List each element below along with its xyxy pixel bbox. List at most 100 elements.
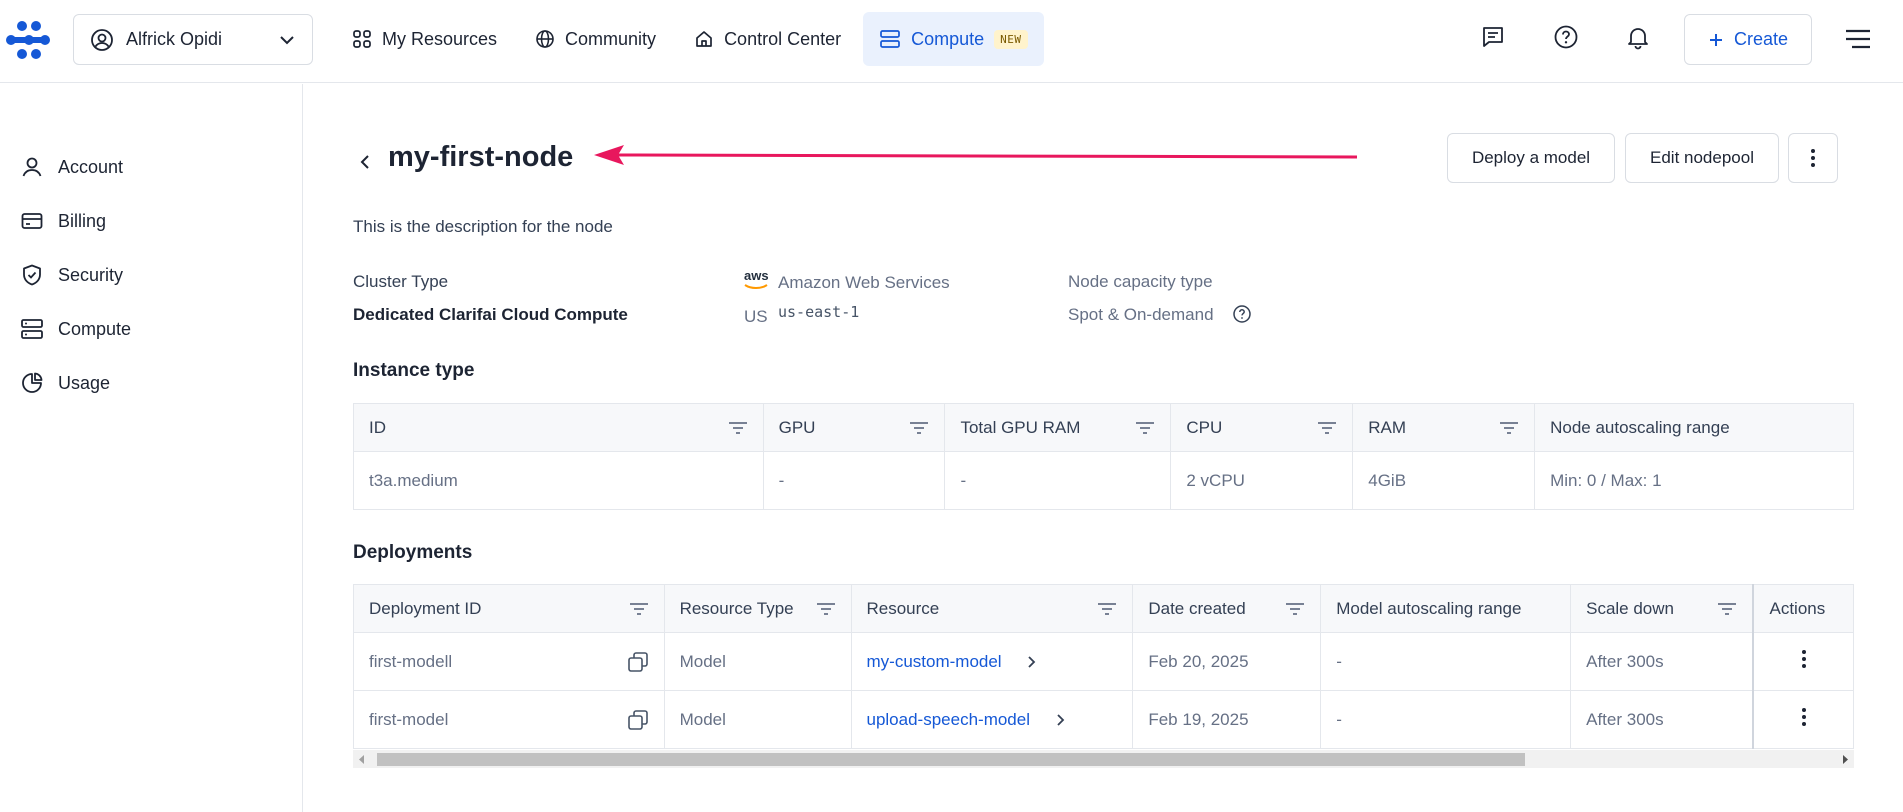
column-header: Resource [850,584,1134,633]
horizontal-scrollbar[interactable] [353,750,1854,768]
copy-icon[interactable] [627,709,649,731]
column-header-label: Resource [866,598,940,618]
column-header-label: CPU [1186,417,1223,437]
column-header: Total GPU RAM [944,403,1172,452]
table-cell: - [1320,632,1572,691]
column-header: Actions [1752,584,1855,633]
filter-icon[interactable] [1135,421,1155,435]
region-code: us-east-1 [778,303,860,321]
column-header: Node autoscaling range [1534,403,1854,452]
nav-compute[interactable]: Compute NEW [863,12,1044,66]
resource-link[interactable]: upload-speech-model [867,710,1031,729]
instance-type-title: Instance type [353,360,475,381]
column-header-label: Total GPU RAM [960,417,1081,437]
row-actions-icon[interactable] [1801,649,1807,669]
table-row: first-model Model upload-speech-model Fe… [353,690,1855,749]
filter-icon[interactable] [1499,421,1519,435]
deploy-model-button[interactable]: Deploy a model [1447,133,1615,183]
sidebar-item-compute[interactable]: Compute [20,314,131,344]
filter-icon[interactable] [629,602,649,616]
nav-control-center[interactable]: Control Center [678,12,857,66]
edit-nodepool-button[interactable]: Edit nodepool [1625,133,1779,183]
main-content: my-first-node Deploy a model Edit nodepo… [304,84,1903,812]
capacity-type-value: Spot & On-demand [1068,305,1214,324]
column-header-label: ID [369,417,386,437]
capacity-type-label: Node capacity type [1068,272,1213,291]
sidebar-item-label: Account [58,156,124,177]
nav-my-resources[interactable]: My Resources [336,12,513,66]
table-cell: Feb 20, 2025 [1132,632,1322,691]
resource-link[interactable]: my-custom-model [867,652,1002,671]
create-button[interactable]: Create [1684,14,1812,65]
table-cell: Feb 19, 2025 [1132,690,1322,749]
table-cell: 4GiB [1352,451,1536,510]
filter-icon[interactable] [1285,602,1305,616]
grid-icon [353,30,371,48]
instance-type-table: ID GPU Total GPU RAM CPU RAM Node autosc… [353,403,1854,510]
filter-icon[interactable] [1317,421,1337,435]
user-circle-icon [91,28,113,51]
table-cell[interactable]: my-custom-model [850,632,1134,691]
sidebar-item-label: Security [58,264,124,285]
main-nav: My Resources Community Control Center Co… [336,12,1044,66]
nav-control-center-label: Control Center [724,28,842,49]
filter-icon[interactable] [1717,602,1737,616]
page-title: my-first-node [388,141,574,173]
column-header-label: Deployment ID [369,598,482,618]
provider-name: Amazon Web Services [778,273,950,292]
clarifai-logo-icon[interactable] [6,20,50,60]
column-header: GPU [762,403,946,452]
column-header: Resource Type [663,584,852,633]
bell-icon[interactable] [1623,22,1653,52]
new-badge: NEW [994,29,1028,49]
sidebar-item-label: Compute [58,318,132,339]
table-cell: first-modell [353,632,665,691]
help-icon[interactable] [1551,22,1581,52]
table-cell: - [944,451,1172,510]
home-icon [696,31,712,47]
filter-icon[interactable] [1097,602,1117,616]
chevron-right-icon[interactable] [1024,655,1038,669]
column-header-label: GPU [778,417,816,437]
column-header: Scale down [1570,584,1754,633]
info-help-icon[interactable] [1232,304,1252,324]
filter-icon[interactable] [816,602,836,616]
sidebar-item-usage[interactable]: Usage [20,368,110,398]
node-description: This is the description for the node [353,217,613,236]
filter-icon[interactable] [728,421,748,435]
cluster-type-value: Dedicated Clarifai Cloud Compute [353,305,628,324]
sidebar-item-security[interactable]: Security [20,260,123,290]
table-cell: After 300s [1570,632,1754,691]
filter-icon[interactable] [909,421,929,435]
column-header-label: Scale down [1586,598,1674,618]
table-cell[interactable]: upload-speech-model [850,690,1134,749]
plus-icon [1709,33,1722,46]
scroll-right-arrow-icon[interactable] [1841,755,1849,764]
chevron-left-icon [360,155,369,169]
scroll-left-arrow-icon[interactable] [358,755,366,764]
sidebar-item-account[interactable]: Account [20,152,123,182]
nav-community[interactable]: Community [519,12,672,66]
column-header-label: Actions [1769,598,1826,618]
table-header-row: ID GPU Total GPU RAM CPU RAM Node autosc… [353,403,1854,452]
table-cell: Min: 0 / Max: 1 [1534,451,1854,510]
table-cell: After 300s [1570,690,1754,749]
table-cell: Model [663,632,852,691]
chevron-right-icon[interactable] [1053,713,1067,727]
back-button[interactable] [356,147,380,177]
table-cell [1752,632,1855,691]
more-options-button[interactable] [1788,133,1838,183]
copy-icon[interactable] [627,651,649,673]
hamburger-menu-icon[interactable] [1843,27,1873,51]
column-header-label: Node autoscaling range [1550,417,1730,437]
account-selector[interactable]: Alfrick Opidi [73,14,313,65]
column-header-label: Date created [1148,598,1246,618]
row-actions-icon[interactable] [1801,707,1807,727]
server-icon [880,30,900,48]
scrollbar-thumb[interactable] [377,753,1525,766]
sidebar-item-billing[interactable]: Billing [20,206,106,236]
deployment-id: first-modell [369,651,453,671]
settings-sidebar: Account Billing Security Compute Usage [0,84,303,812]
feedback-icon[interactable] [1478,22,1508,52]
column-header-label: Model autoscaling range [1336,598,1522,618]
